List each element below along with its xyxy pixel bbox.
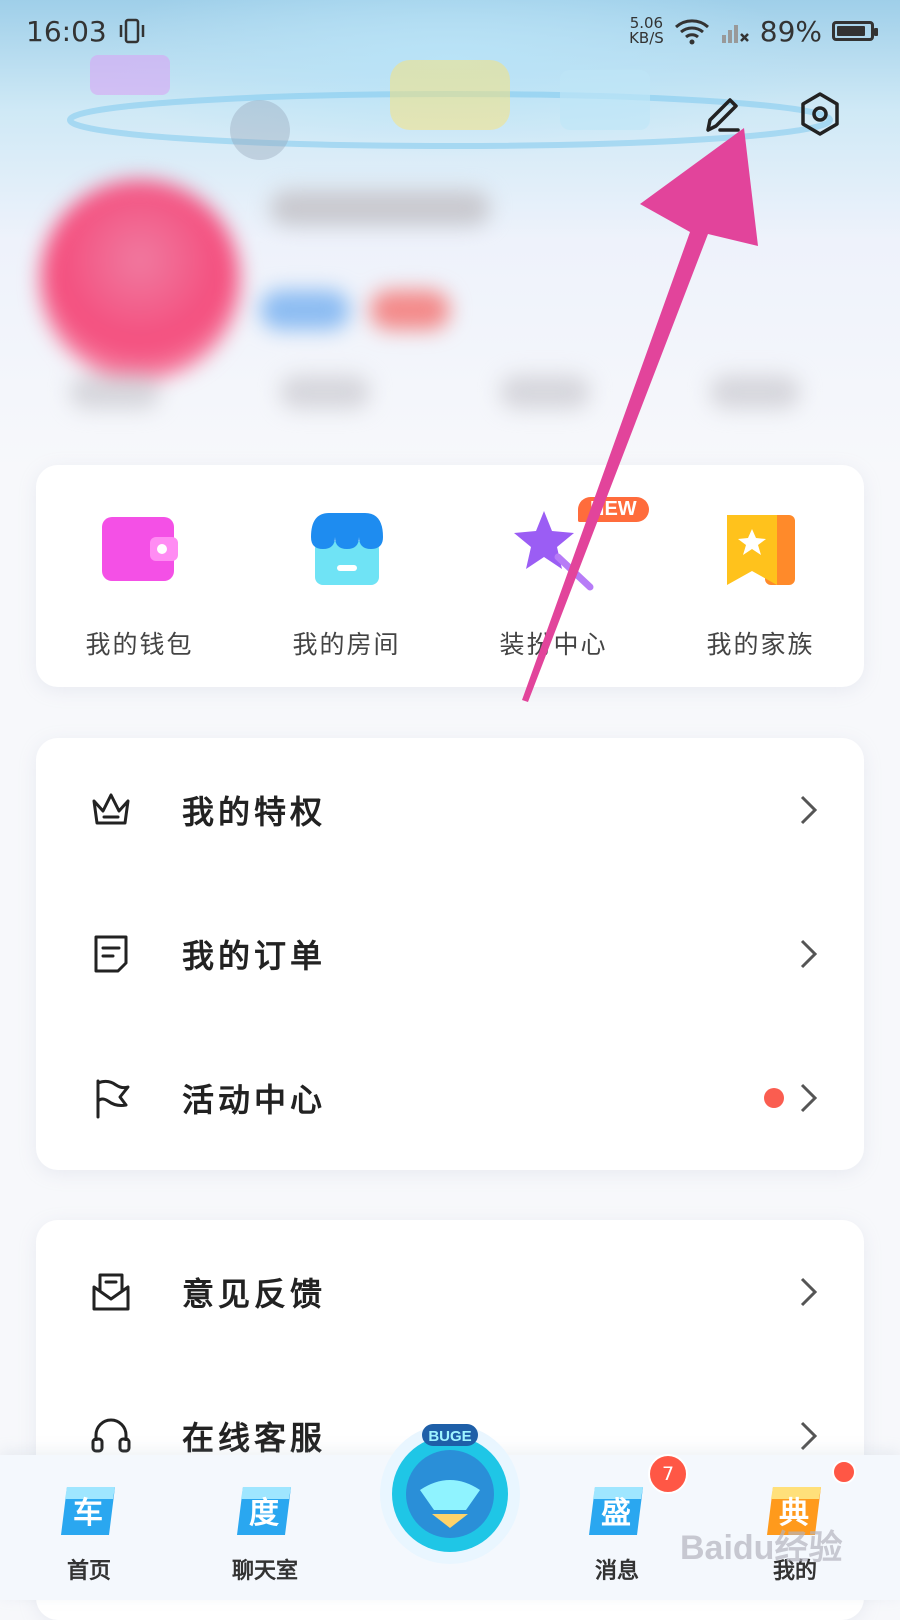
crown-icon bbox=[92, 793, 130, 825]
store-icon bbox=[310, 513, 383, 585]
chevron-right-icon bbox=[800, 1277, 818, 1307]
wifi-icon bbox=[674, 19, 709, 45]
messages-unread-badge: 7 bbox=[648, 1454, 688, 1494]
headset-icon bbox=[91, 1418, 131, 1453]
avatar[interactable] bbox=[40, 180, 240, 380]
tab-home[interactable]: 车 首页 bbox=[34, 1477, 144, 1585]
quick-action-room[interactable]: 我的房间 bbox=[243, 465, 450, 687]
quick-action-family[interactable]: 我的家族 bbox=[657, 465, 864, 687]
status-bar: 16:03 5.06 KB/S 89% bbox=[0, 0, 900, 62]
home-tab-icon: 车 bbox=[61, 1487, 115, 1535]
flag-icon bbox=[96, 1079, 130, 1119]
cellular-no-signal-icon bbox=[721, 25, 749, 43]
family-bookmark-icon bbox=[726, 515, 795, 585]
battery-icon bbox=[832, 21, 878, 41]
svg-text:BUGE: BUGE bbox=[428, 1428, 471, 1445]
order-document-icon bbox=[94, 935, 128, 973]
svg-text:盛: 盛 bbox=[601, 1496, 631, 1531]
tab-messages[interactable]: 盛 消息 bbox=[562, 1477, 672, 1585]
menu-item-orders[interactable]: 我的订单 bbox=[36, 882, 864, 1026]
svg-text:度: 度 bbox=[249, 1496, 279, 1531]
menu-item-activity-center[interactable]: 活动中心 bbox=[36, 1026, 864, 1170]
chatroom-tab-icon: 度 bbox=[237, 1487, 291, 1535]
profile-section-blurred bbox=[0, 160, 900, 460]
menu-card-1: 我的特权 我的订单 活动中心 bbox=[36, 738, 864, 1170]
chevron-right-icon bbox=[800, 1083, 818, 1113]
net-speed: 5.06 KB/S bbox=[629, 14, 664, 47]
new-badge: NEW bbox=[578, 497, 649, 522]
me-notification-dot bbox=[832, 1460, 856, 1484]
quick-action-dressup[interactable]: NEW 装扮中心 bbox=[450, 465, 657, 687]
wallet-icon bbox=[101, 517, 178, 581]
watermark: Baidu经验 bbox=[680, 1529, 843, 1567]
battery-percent: 89% bbox=[759, 14, 822, 48]
vibrate-icon bbox=[119, 18, 144, 44]
edit-pencil-icon[interactable] bbox=[698, 90, 746, 138]
tab-chatroom[interactable]: 度 聊天室 bbox=[210, 1477, 320, 1585]
clock: 16:03 bbox=[26, 14, 107, 48]
center-action-button[interactable]: BUGE bbox=[376, 1410, 524, 1570]
messages-tab-icon: 盛 bbox=[589, 1487, 643, 1535]
menu-item-privileges[interactable]: 我的特权 bbox=[36, 738, 864, 882]
chevron-right-icon bbox=[800, 1421, 818, 1451]
quick-actions-card: 我的钱包 我的房间 NEW 装扮中心 我的家族 bbox=[36, 465, 864, 687]
chevron-right-icon bbox=[800, 795, 818, 825]
chevron-right-icon bbox=[800, 939, 818, 969]
notification-dot bbox=[764, 1088, 784, 1108]
feedback-mail-icon bbox=[92, 1273, 130, 1311]
settings-gear-icon[interactable] bbox=[796, 90, 844, 138]
menu-item-feedback[interactable]: 意见反馈 bbox=[36, 1220, 864, 1364]
svg-text:车: 车 bbox=[73, 1496, 103, 1531]
quick-action-wallet[interactable]: 我的钱包 bbox=[36, 465, 243, 687]
